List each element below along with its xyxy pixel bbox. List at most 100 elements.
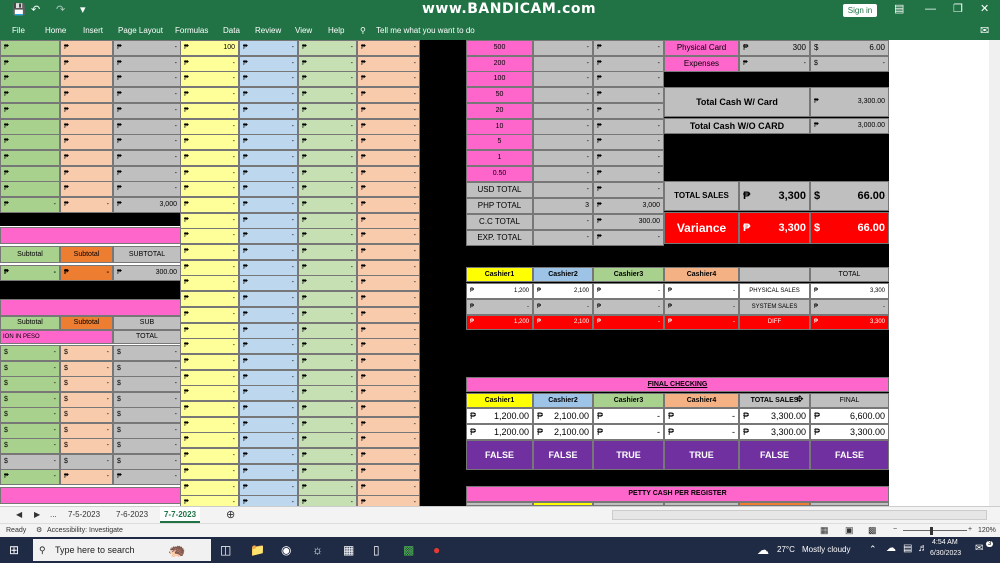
denom-10[interactable]: 10 [466, 118, 533, 135]
final-cashier-header-1[interactable]: Cashier1 [466, 393, 533, 408]
cell-col3[interactable]: ₱ - [357, 448, 420, 464]
final-row2-col1[interactable]: ₱ 1,200.00 [466, 424, 533, 440]
cell-col0[interactable]: ₱ - [180, 401, 239, 417]
physical-sales-label[interactable]: PHYSICAL SALES [739, 283, 810, 299]
pink-band-2[interactable] [0, 299, 181, 316]
cell-col3[interactable]: ₱ - [357, 150, 420, 166]
notification-icon[interactable]: ✉ [975, 543, 983, 554]
cell-col2[interactable]: ₱ - [298, 244, 357, 260]
tell-me-search[interactable]: Tell me what you want to do [376, 26, 475, 35]
final-flag-col6[interactable]: FALSE [810, 440, 889, 470]
petty-cash-title[interactable]: PETTY CASH PER REGISTER [466, 486, 889, 502]
denom-qty[interactable]: - [533, 149, 593, 166]
tab-help[interactable]: Help [328, 26, 344, 35]
cell-c[interactable]: ₱ - [113, 134, 181, 150]
cell-col2[interactable]: ₱ - [298, 197, 357, 213]
expenses-usd[interactable]: $ - [810, 56, 889, 72]
cell-col2[interactable]: ₱ - [298, 71, 357, 87]
final-checking-title[interactable]: FINAL CHECKING [466, 377, 889, 392]
cell-col3[interactable]: ₱ - [357, 323, 420, 339]
customize-icon[interactable]: ▾ [80, 3, 86, 17]
cell-col0[interactable]: ₱ - [180, 448, 239, 464]
denom-qty[interactable]: - [533, 55, 593, 72]
denom-qty[interactable]: - [533, 40, 593, 56]
denom-5[interactable]: 5 [466, 134, 533, 151]
cell-col3[interactable]: ₱ - [357, 275, 420, 291]
dollar-cell-c[interactable]: $ - [113, 407, 181, 423]
expenses-label[interactable]: Expenses [664, 56, 739, 72]
cell-col0[interactable]: ₱ - [180, 71, 239, 87]
cell-col1[interactable]: ₱ - [239, 401, 298, 417]
taskbar-search[interactable]: ⚲ Type here to search 🦔 [33, 539, 211, 561]
final-row1-col2[interactable]: ₱ 2,100.00 [533, 408, 593, 424]
cell-col3[interactable]: ₱ - [357, 370, 420, 386]
dollar-cell-c[interactable]: $ - [113, 345, 181, 361]
denom-amount[interactable]: ₱ - [593, 40, 664, 56]
final-row2-col5[interactable]: ₱ 3,300.00 [739, 424, 810, 440]
denom-amount[interactable]: ₱ - [593, 118, 664, 135]
edge-icon[interactable]: ☼ [312, 542, 323, 558]
page-layout-view-icon[interactable]: ▣ [845, 525, 854, 536]
normal-view-icon[interactable]: ▦ [820, 525, 829, 536]
cell-col2[interactable]: ₱ - [298, 119, 357, 135]
windows-start-icon[interactable]: ⊞ [9, 542, 19, 558]
tab-home[interactable]: Home [45, 26, 66, 35]
tab-insert[interactable]: Insert [83, 26, 103, 35]
cell-col3[interactable]: ₱ - [357, 244, 420, 260]
undo-icon[interactable]: ↶ [31, 3, 40, 17]
cashier-header-blank[interactable] [739, 267, 810, 282]
tab-data[interactable]: Data [223, 26, 240, 35]
cell-col3[interactable]: ₱ - [357, 71, 420, 87]
save-icon[interactable]: 💾 [12, 3, 26, 17]
tray-chevron-icon[interactable]: ⌃ [869, 544, 877, 555]
pink-band[interactable] [0, 227, 181, 244]
dollar-cell-b[interactable]: $ - [60, 422, 113, 439]
cell-col0[interactable]: ₱ 100 [180, 40, 239, 56]
variance-php[interactable]: ₱ 3,300 [739, 212, 810, 244]
final-flag-col2[interactable]: FALSE [533, 440, 593, 470]
cell-a[interactable]: ₱ [0, 119, 60, 135]
cell-col1[interactable]: ₱ - [239, 354, 298, 370]
subtotal-label-b2[interactable]: Subtotal [60, 316, 113, 330]
cell-col2[interactable]: ₱ - [298, 480, 357, 496]
totals-mid[interactable]: - [533, 214, 593, 230]
cell-col2[interactable]: ₱ - [298, 40, 357, 56]
cell-col0[interactable]: ₱ - [180, 260, 239, 276]
dollar-cell-a[interactable]: $ - [0, 345, 60, 361]
redo-icon[interactable]: ↷ [56, 3, 65, 17]
final-flag-col1[interactable]: FALSE [466, 440, 533, 470]
horizontal-scrollbar[interactable] [612, 510, 987, 520]
denom-qty[interactable]: - [533, 102, 593, 119]
denom-amount[interactable]: ₱ - [593, 165, 664, 182]
cell-col0[interactable]: ₱ - [180, 370, 239, 386]
totals-mid[interactable]: 3 [533, 198, 593, 214]
diff-cashier-4[interactable]: ₱ - [664, 315, 739, 330]
dollar-cell-a[interactable]: $ - [0, 391, 60, 408]
cell-col1[interactable]: ₱ - [239, 291, 298, 307]
dollar-cell-a[interactable]: $ - [0, 407, 60, 423]
dollar-cell-b[interactable]: $ - [60, 453, 113, 470]
page-break-view-icon[interactable]: ▩ [868, 525, 877, 536]
cell-col0[interactable]: ₱ - [180, 87, 239, 103]
cell-col2[interactable]: ₱ - [298, 56, 357, 72]
physical-card-usd[interactable]: $6.00 [810, 40, 889, 56]
cell-a[interactable]: ₱ [0, 166, 60, 182]
totals-right[interactable]: ₱ 300.00 [593, 214, 664, 230]
cell-col3[interactable]: ₱ - [357, 432, 420, 448]
cell-col0[interactable]: ₱ - [180, 166, 239, 182]
expenses-php[interactable]: ₱ - [739, 56, 810, 72]
cell-col2[interactable]: ₱ - [298, 354, 357, 370]
dollar-cell-a[interactable]: ₱ - [0, 469, 60, 485]
cell-col3[interactable]: ₱ - [357, 134, 420, 150]
clock-time[interactable]: 4:54 AM [932, 539, 958, 546]
physical-sales-cashier-2[interactable]: ₱ 2,100 [533, 283, 593, 299]
cell-col2[interactable]: ₱ - [298, 401, 357, 417]
cell-col3[interactable]: ₱ - [357, 354, 420, 370]
zoom-slider-thumb[interactable] [930, 527, 933, 535]
subtotal-b[interactable]: ₱ - [60, 265, 113, 281]
cell-col1[interactable]: ₱ - [239, 134, 298, 150]
dollar-cell-b[interactable]: $ - [60, 360, 113, 377]
tab-page-layout[interactable]: Page Layout [118, 26, 163, 35]
denom-500[interactable]: 500 [466, 40, 533, 56]
cell-col2[interactable]: ₱ - [298, 275, 357, 291]
